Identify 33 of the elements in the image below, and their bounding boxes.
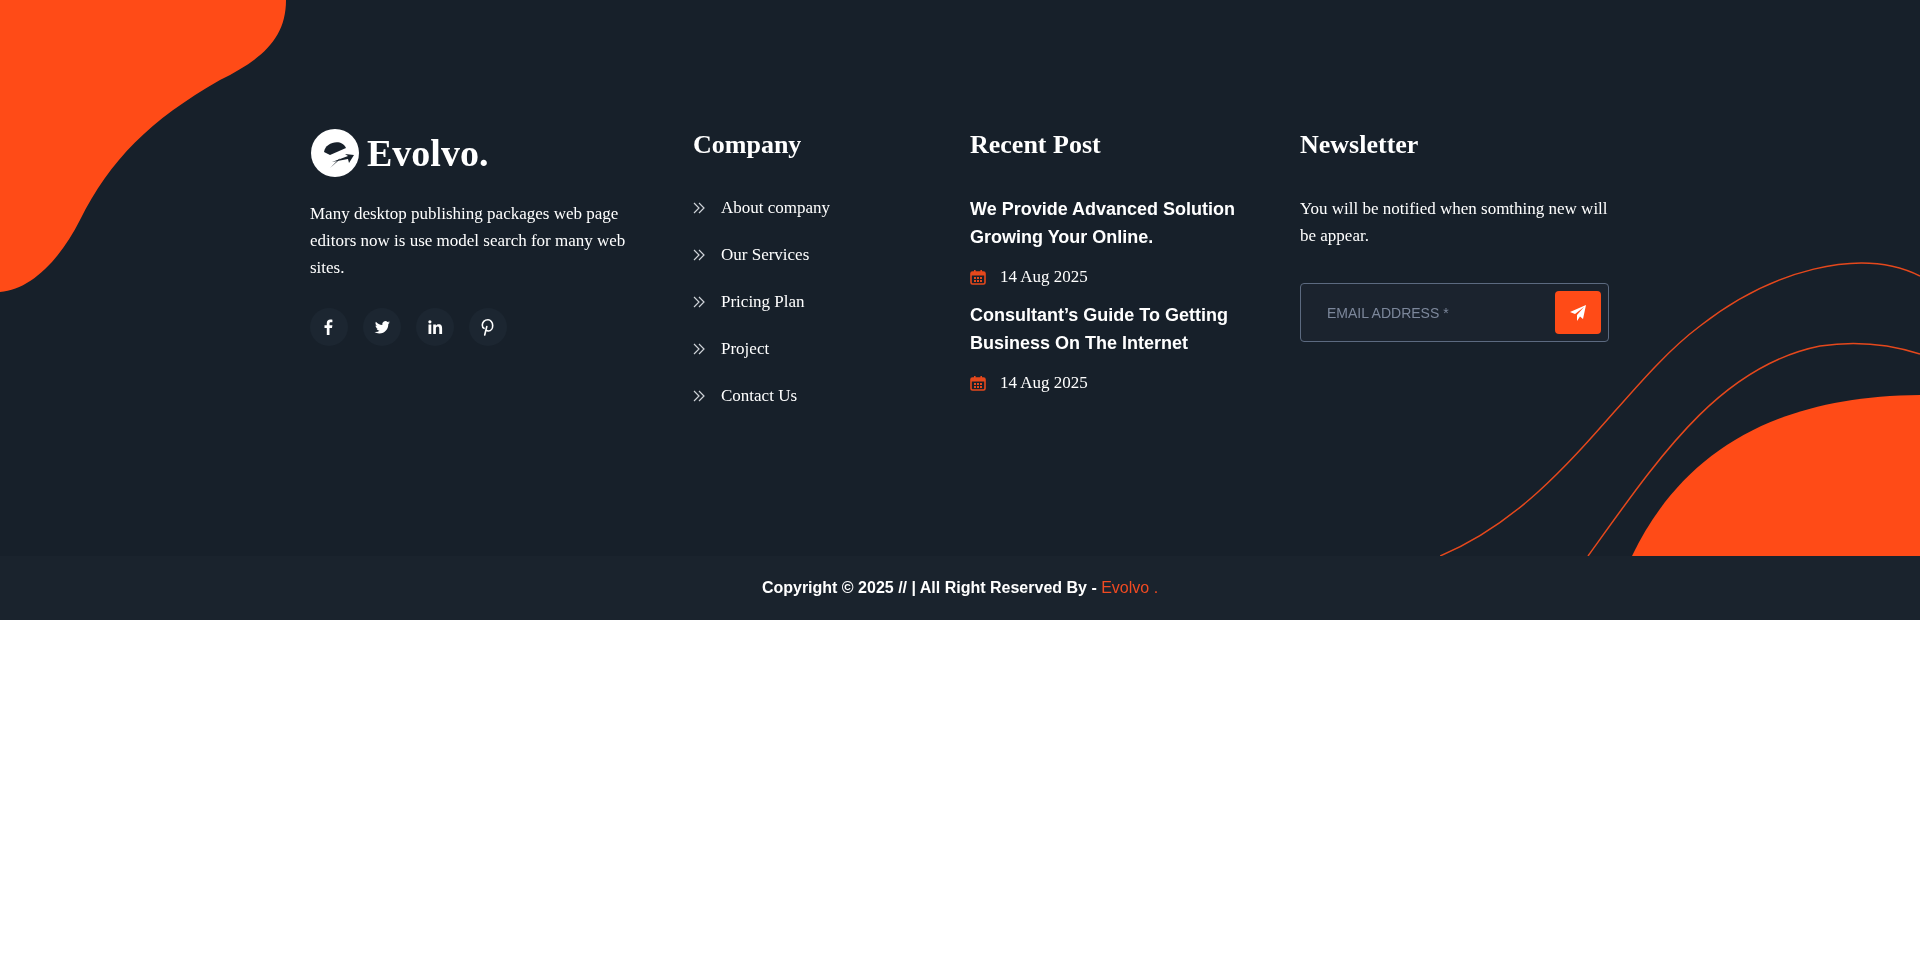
calendar-icon bbox=[970, 375, 986, 391]
paper-plane-icon bbox=[1569, 303, 1587, 322]
double-chevron-icon bbox=[693, 248, 705, 261]
double-chevron-icon bbox=[693, 201, 705, 214]
post-date: 14 Aug 2025 bbox=[1000, 373, 1088, 393]
double-chevron-icon bbox=[693, 295, 705, 308]
linkedin-icon bbox=[426, 318, 444, 336]
double-chevron-icon bbox=[693, 389, 705, 402]
footer-link[interactable]: Contact Us bbox=[721, 385, 798, 406]
description-text: Many desktop publishing packages web page editors now is use model search for many web sites. bbox=[310, 203, 627, 279]
social-button[interactable] bbox=[363, 308, 401, 346]
social-button[interactable] bbox=[310, 308, 348, 346]
brand-link[interactable]: Evolvo . bbox=[1101, 579, 1159, 596]
post-title-link[interactable]: We Provide Advanced Solution Growing Your Online. bbox=[970, 195, 1240, 251]
post-date: 14 Aug 2025 bbox=[1000, 267, 1088, 287]
calendar-icon bbox=[970, 269, 986, 285]
brand-name: Evolvo. bbox=[367, 131, 489, 176]
footer-link[interactable]: Pricing Plan bbox=[721, 291, 805, 312]
twitter-icon bbox=[373, 318, 391, 336]
copyright-text: Copyright © 2025 // | All Right Reserved By - Evolvo . bbox=[761, 579, 1159, 597]
column-heading: Recent Post bbox=[970, 129, 1101, 161]
newsletter-text: You will be notified when somthing new will be appear. bbox=[1300, 198, 1609, 247]
post-title-link[interactable]: Consultant’s Guide To Getting Business On The Internet bbox=[970, 301, 1240, 357]
send-button[interactable] bbox=[1555, 291, 1601, 334]
column-heading: Company bbox=[693, 129, 802, 161]
double-chevron-icon bbox=[693, 342, 705, 355]
footer-link[interactable]: Project bbox=[721, 338, 770, 359]
footer-link[interactable]: About company bbox=[721, 197, 831, 218]
logo-icon bbox=[310, 128, 360, 178]
footer-link[interactable]: Our Services bbox=[721, 244, 810, 265]
column-heading: Newsletter bbox=[1300, 129, 1419, 161]
social-button[interactable] bbox=[469, 308, 507, 346]
social-button[interactable] bbox=[416, 308, 454, 346]
